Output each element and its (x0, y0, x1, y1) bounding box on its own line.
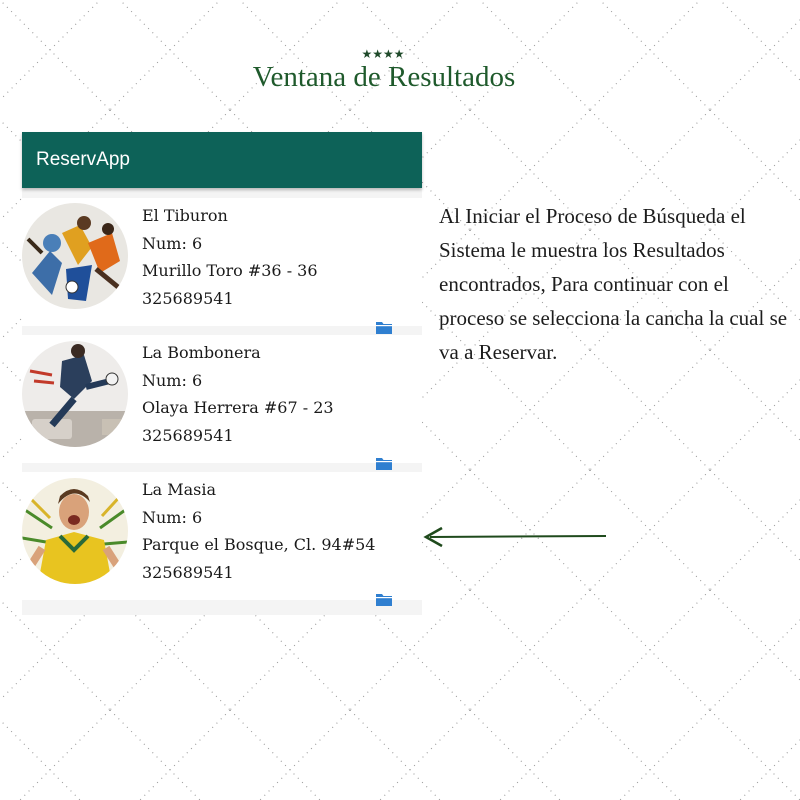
result-card-el-tiburon[interactable]: El Tiburon Num: 6 Murillo Toro #36 - 36 … (22, 198, 422, 334)
result-phone: 325689541 (142, 562, 234, 582)
result-details: La Bombonera Num: 6 Olaya Herrera #67 - … (142, 339, 402, 449)
result-name: El Tiburon (142, 206, 228, 225)
result-phone: 325689541 (142, 288, 234, 308)
result-thumbnail (22, 341, 128, 447)
result-details: El Tiburon Num: 6 Murillo Toro #36 - 36 … (142, 202, 402, 312)
result-card-la-masia[interactable]: La Masia Num: 6 Parque el Bosque, Cl. 94… (22, 472, 422, 606)
arrow-left-icon (423, 526, 607, 548)
result-thumbnail (22, 203, 128, 309)
result-address: Parque el Bosque, Cl. 94#54 (142, 535, 376, 554)
result-num: Num: 6 (142, 233, 203, 253)
folder-icon[interactable] (376, 320, 392, 334)
folder-icon[interactable] (376, 592, 392, 606)
result-num: Num: 6 (142, 370, 203, 390)
folder-icon[interactable] (376, 456, 392, 470)
result-name: La Bombonera (142, 343, 261, 362)
result-details: La Masia Num: 6 Parque el Bosque, Cl. 94… (142, 476, 402, 586)
app-screen: ReservApp El Tiburon Num: 6 Murillo Toro… (22, 132, 422, 615)
result-address: Murillo Toro #36 - 36 (142, 261, 318, 280)
result-address: Olaya Herrera #67 - 23 (142, 398, 334, 417)
result-thumbnail (22, 478, 128, 584)
result-num: Num: 6 (142, 507, 203, 527)
description-text: Al Iniciar el Proceso de Búsqueda el Sis… (439, 204, 788, 364)
app-bar: ReservApp (22, 132, 422, 188)
result-phone: 325689541 (142, 425, 234, 445)
app-title: ReservApp (36, 149, 130, 170)
page-title: Ventana de Resultados (252, 61, 516, 93)
result-name: La Masia (142, 480, 217, 499)
result-card-la-bombonera[interactable]: La Bombonera Num: 6 Olaya Herrera #67 - … (22, 335, 422, 470)
